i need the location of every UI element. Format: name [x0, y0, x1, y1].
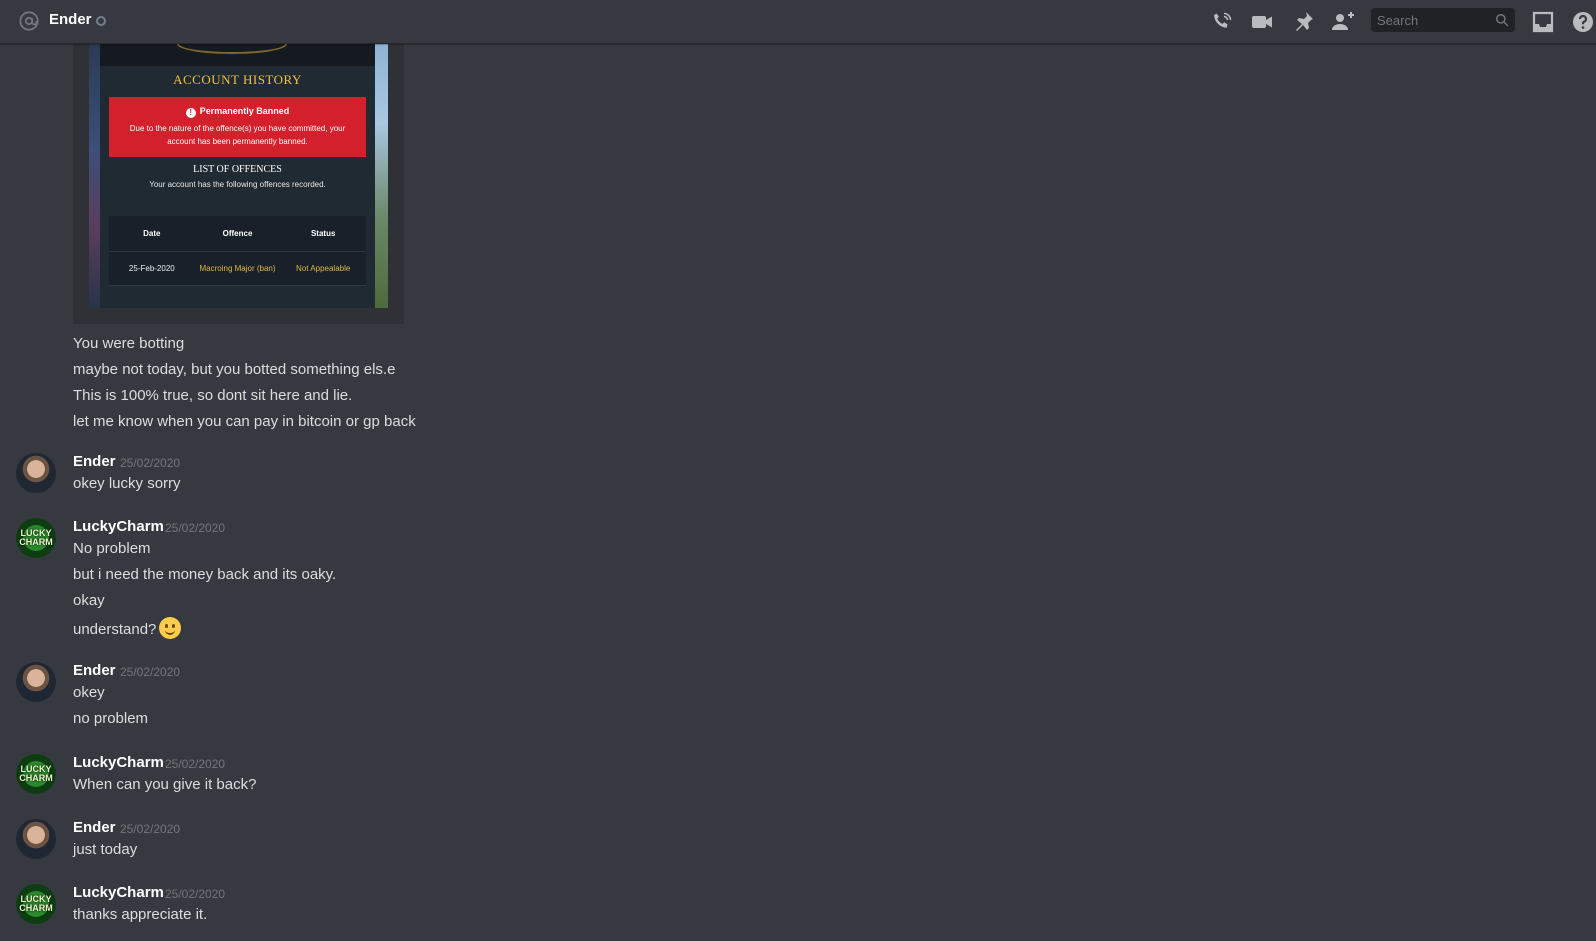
- table-header-row: Date Offence Status: [109, 229, 366, 238]
- offences-table: Date Offence Status 25-Feb-2020 Macroing…: [109, 216, 366, 286]
- channel-title: Ender: [49, 11, 92, 28]
- message-line: understand?: [73, 617, 182, 640]
- search-icon: [1496, 14, 1509, 27]
- image-left-edge: [89, 44, 100, 308]
- message-text: maybe not today, but you botted somethin…: [73, 361, 396, 378]
- table-cell: Not Appealable: [296, 264, 351, 273]
- message-timestamp: 25/02/2020: [165, 521, 226, 535]
- offences-title: LIST OF OFFENCES: [193, 164, 282, 175]
- message-text: understand?: [73, 621, 157, 638]
- at-icon: [19, 11, 39, 31]
- ban-notice-text: Due to the nature of the offence(s) you …: [129, 124, 346, 146]
- account-history-screenshot[interactable]: ACCOUNT HISTORY ! Permanently Banned Due …: [89, 44, 388, 308]
- message-text: no problem: [73, 710, 149, 727]
- avatar[interactable]: LUCKY CHARM: [16, 884, 56, 924]
- table-row: 25-Feb-2020 Macroing Major (ban) Not App…: [109, 264, 366, 273]
- image-attachment[interactable]: ACCOUNT HISTORY ! Permanently Banned Due …: [73, 44, 404, 324]
- table-cell: Macroing Major (ban): [199, 264, 276, 273]
- message-timestamp: 25/02/2020: [120, 456, 181, 470]
- avatar[interactable]: [16, 453, 56, 493]
- help-icon[interactable]: [1571, 10, 1595, 34]
- call-icon[interactable]: [1210, 10, 1234, 34]
- table-divider: [109, 285, 366, 286]
- offences-subtitle: Your account has the following offences …: [149, 180, 326, 189]
- message-timestamp: 25/02/2020: [120, 665, 181, 679]
- image-right-edge: [375, 44, 388, 308]
- message-text: let me know when you can pay in bitcoin …: [73, 413, 416, 430]
- inbox-icon[interactable]: [1531, 10, 1555, 34]
- warning-icon: !: [185, 108, 196, 118]
- message-timestamp: 25/02/2020: [120, 822, 181, 836]
- table-cell: 25-Feb-2020: [128, 264, 175, 273]
- pin-icon[interactable]: [1291, 10, 1315, 34]
- message-author[interactable]: LuckyCharm: [73, 753, 164, 773]
- message-text: but i need the money back and its oaky.: [73, 566, 337, 583]
- message-text: No problem: [73, 540, 151, 557]
- video-icon[interactable]: [1250, 10, 1274, 34]
- message-text: just today: [73, 841, 138, 858]
- avatar-logo-text: LUCKY CHARM: [19, 528, 53, 547]
- channel-header: Ender: [0, 0, 1596, 44]
- avatar[interactable]: LUCKY CHARM: [16, 754, 56, 794]
- avatar[interactable]: LUCKY CHARM: [16, 518, 56, 558]
- account-history-title: ACCOUNT HISTORY: [173, 72, 302, 87]
- column-header: Offence: [222, 229, 253, 238]
- slight-smile-emoji-icon[interactable]: [159, 617, 182, 639]
- column-header: Status: [310, 229, 336, 238]
- message-text: okey: [73, 684, 105, 701]
- search-input[interactable]: [1371, 8, 1515, 32]
- avatar[interactable]: [16, 819, 56, 859]
- search-box[interactable]: [1371, 8, 1515, 32]
- message-text: You were botting: [73, 335, 185, 352]
- message-text: This is 100% true, so dont sit here and …: [73, 387, 353, 404]
- message-timestamp: 25/02/2020: [165, 887, 226, 901]
- message-text: When can you give it back?: [73, 776, 257, 793]
- table-divider: [109, 251, 366, 252]
- avatar-logo-text: LUCKY CHARM: [19, 894, 53, 913]
- status-idle-icon: [96, 16, 106, 26]
- avatar-logo-text: LUCKY CHARM: [19, 764, 53, 783]
- message-author[interactable]: Ender: [73, 661, 116, 681]
- message-author[interactable]: LuckyCharm: [73, 883, 164, 903]
- avatar[interactable]: [16, 662, 56, 702]
- ban-notice: ! Permanently Banned Due to the nature of…: [109, 97, 366, 157]
- message-text: okay: [73, 592, 105, 609]
- ban-title-text: Permanently Banned: [199, 106, 290, 116]
- message-timestamp: 25/02/2020: [165, 757, 226, 771]
- column-header: Date: [143, 229, 161, 238]
- add-friend-icon[interactable]: [1331, 10, 1355, 34]
- message-author[interactable]: Ender: [73, 818, 116, 838]
- message-author[interactable]: Ender: [73, 452, 116, 472]
- message-text: okey lucky sorry: [73, 475, 181, 492]
- message-author[interactable]: LuckyCharm: [73, 517, 164, 537]
- message-text: thanks appreciate it.: [73, 906, 208, 923]
- ban-notice-title: ! Permanently Banned: [109, 106, 366, 118]
